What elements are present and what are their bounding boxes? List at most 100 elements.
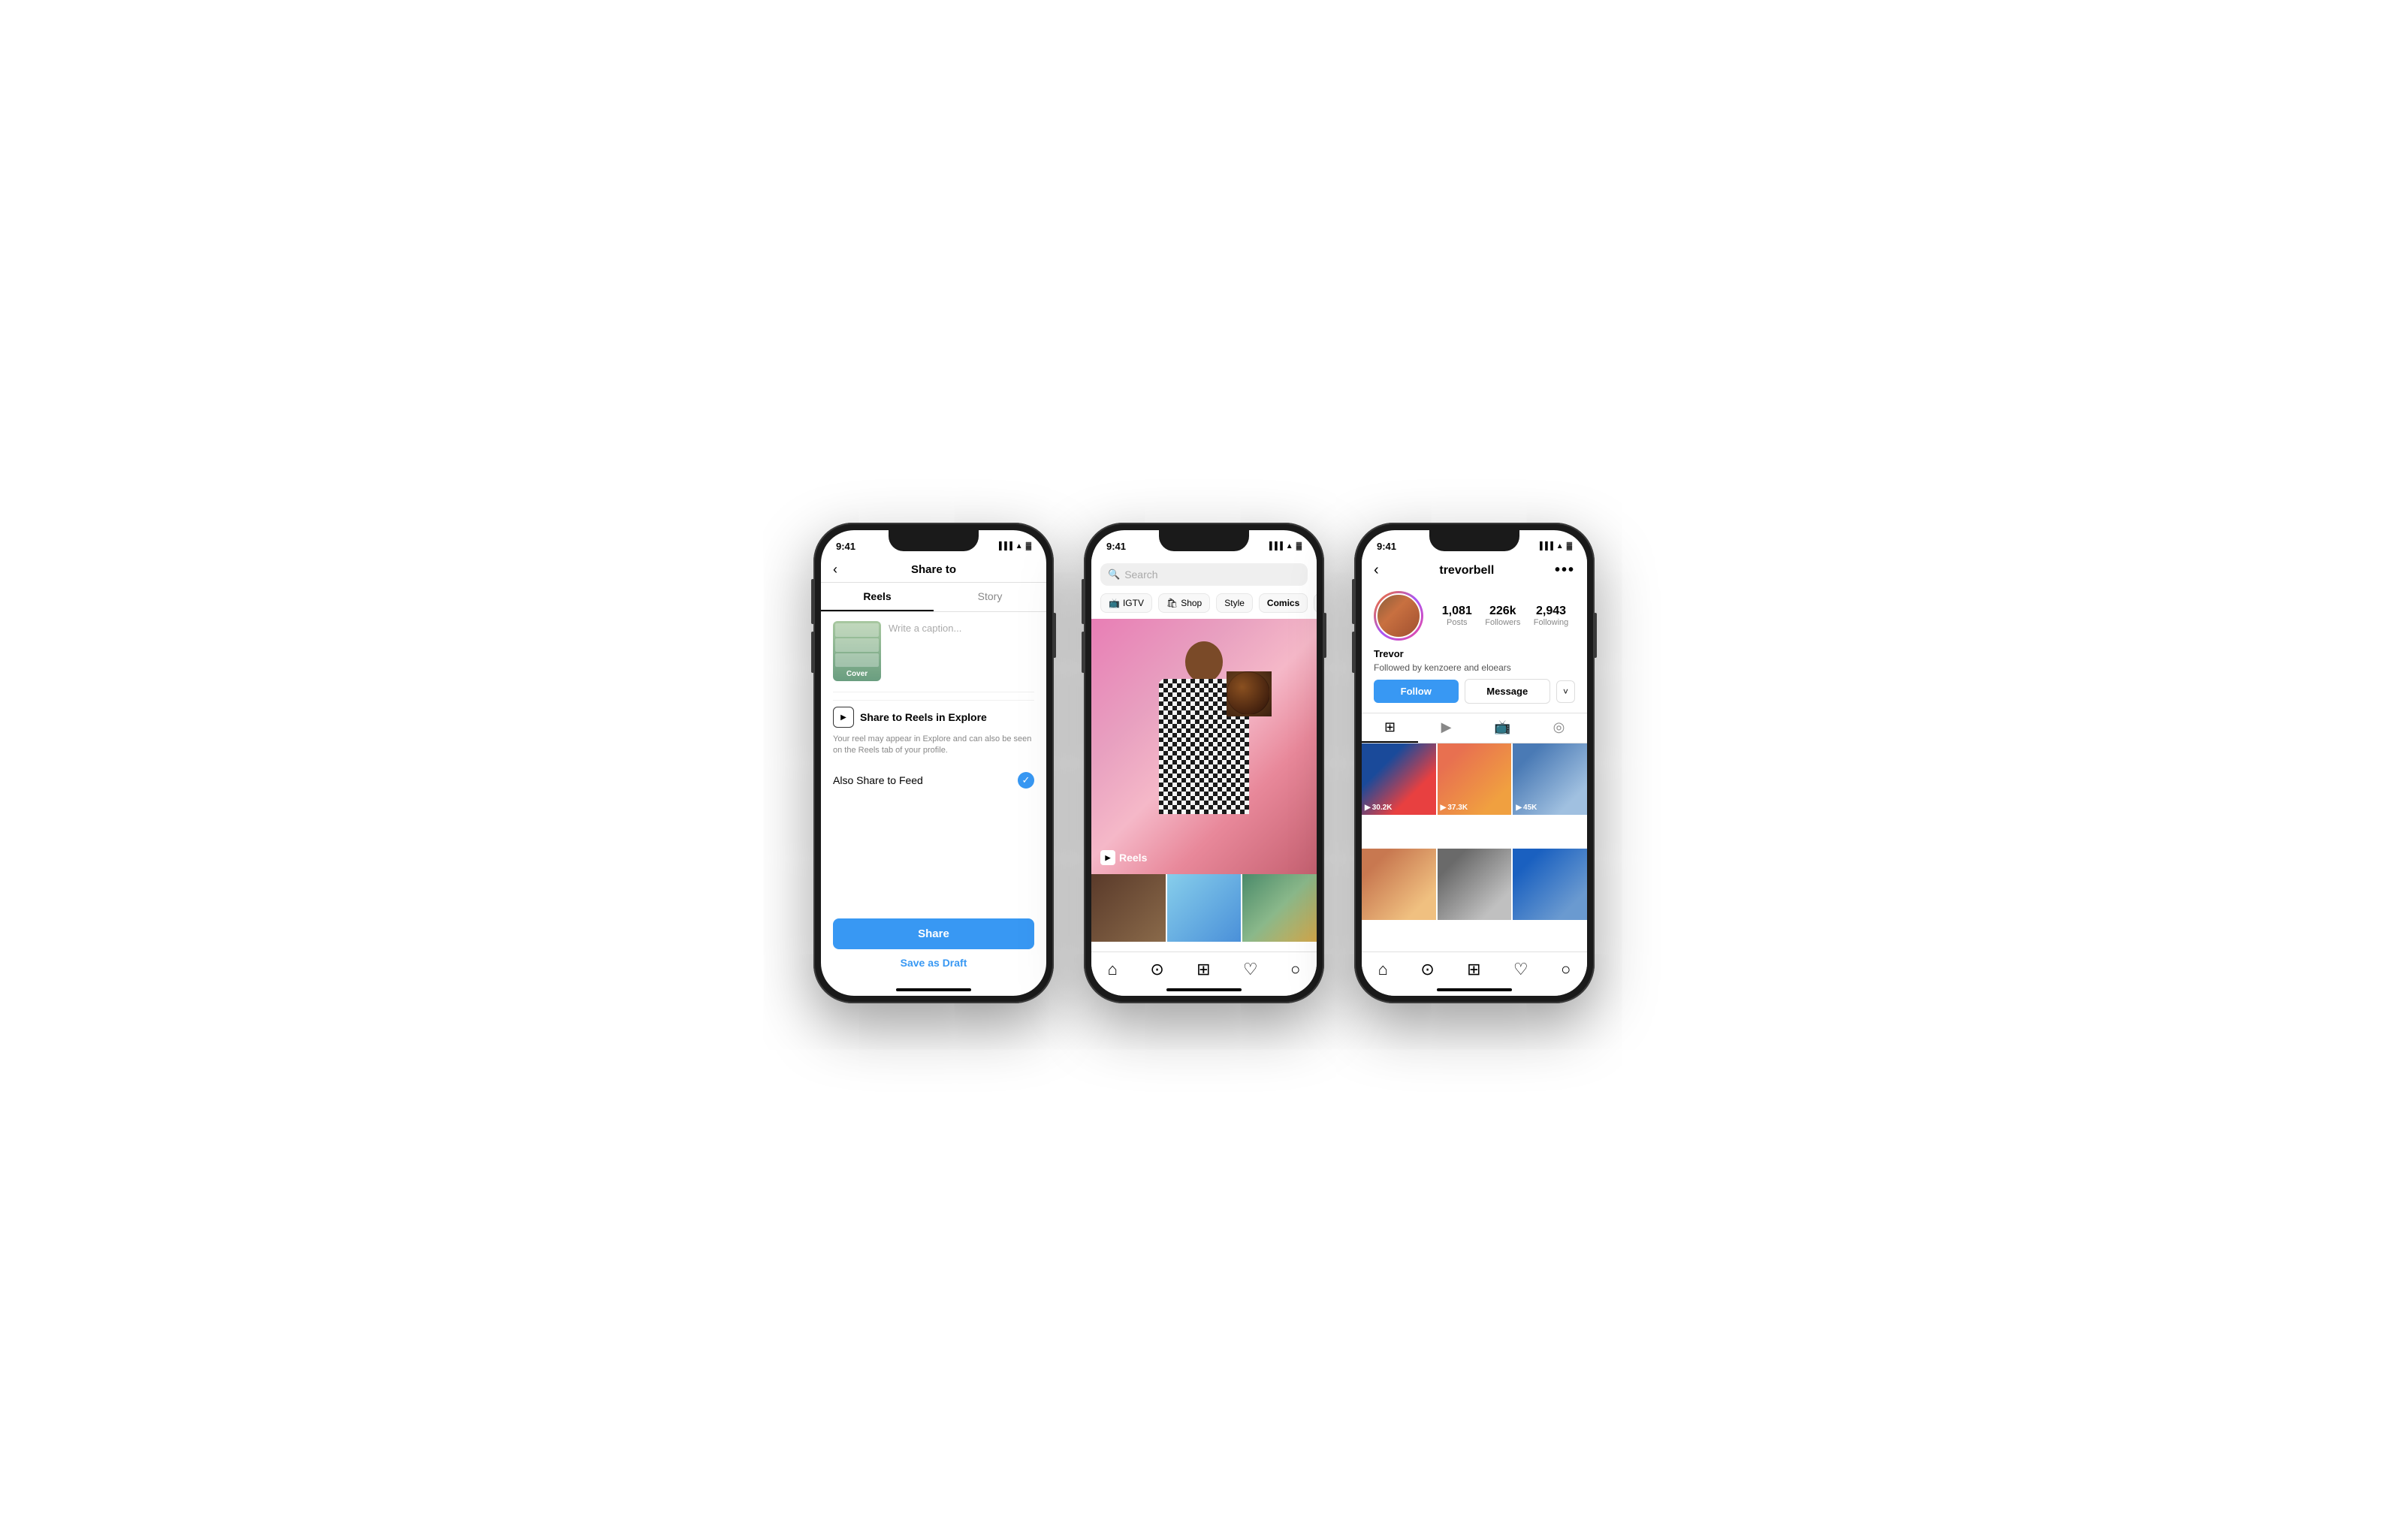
- nav-heart-3[interactable]: ♡: [1513, 960, 1528, 979]
- category-igtv[interactable]: 📺 IGTV: [1100, 593, 1152, 613]
- followers-count: 226k: [1485, 605, 1520, 618]
- tab-story[interactable]: Story: [934, 583, 1046, 611]
- side-button-2: [1323, 613, 1326, 658]
- nav-add-3[interactable]: ⊞: [1467, 960, 1480, 979]
- tab-reels-profile[interactable]: ▶: [1418, 713, 1474, 743]
- shop-icon: 🛍: [1166, 598, 1178, 608]
- grid-thumb-2[interactable]: [1167, 874, 1242, 942]
- stat-following: 2,943 Following: [1534, 605, 1568, 627]
- profile-actions: Follow Message ˅: [1362, 679, 1587, 713]
- save-draft-button[interactable]: Save as Draft: [833, 949, 1034, 976]
- follow-button[interactable]: Follow: [1374, 680, 1459, 703]
- tab-reels[interactable]: Reels: [821, 583, 934, 611]
- also-share-checkbox[interactable]: ✓: [1018, 772, 1034, 789]
- profile-more-button[interactable]: •••: [1555, 562, 1575, 579]
- grid-thumb-1[interactable]: [1091, 874, 1166, 942]
- share-reels-title: Share to Reels in Explore: [860, 711, 987, 723]
- reels-badge-icon: ▶: [1100, 850, 1115, 865]
- nav-home-2[interactable]: ⌂: [1108, 960, 1118, 979]
- notch-2: [1159, 530, 1249, 551]
- profile-info: 1,081 Posts 226k Followers 2,943 Followi…: [1362, 584, 1587, 648]
- notch-1: [889, 530, 979, 551]
- category-tv[interactable]: TV & Movie: [1314, 593, 1317, 613]
- grid-item-6[interactable]: [1513, 849, 1587, 920]
- signal-icon: ▐▐▐: [997, 542, 1012, 550]
- vol-down-button-3: [1352, 632, 1355, 673]
- share-button[interactable]: Share: [833, 918, 1034, 949]
- profile-display-name: Trevor: [1362, 648, 1587, 662]
- nav-profile-2[interactable]: ○: [1290, 960, 1300, 979]
- grid-item-4[interactable]: [1362, 849, 1436, 920]
- signal-icon-3: ▐▐▐: [1537, 542, 1553, 550]
- grid-item-3[interactable]: ▶ 45K: [1513, 743, 1587, 815]
- posts-label: Posts: [1442, 618, 1472, 627]
- message-button[interactable]: Message: [1465, 679, 1551, 704]
- following-count: 2,943: [1534, 605, 1568, 618]
- profile-grid: ▶ 30.2K ▶ 37.3K ▶ 45K: [1362, 743, 1587, 951]
- category-shop[interactable]: 🛍 Shop: [1158, 593, 1210, 613]
- tab-tagged[interactable]: ◎: [1531, 713, 1587, 743]
- share-screen: ‹ Share to Reels Story: [821, 557, 1046, 996]
- back-button[interactable]: ‹: [833, 562, 837, 578]
- nav-search-2[interactable]: ⊙: [1150, 960, 1163, 979]
- caption-input[interactable]: Write a caption...: [889, 621, 1034, 634]
- share-actions: Share Save as Draft: [821, 918, 1046, 985]
- nav-home-3[interactable]: ⌂: [1378, 960, 1388, 979]
- grid-thumb-3[interactable]: [1242, 874, 1317, 942]
- igtv-icon: 📺: [1109, 598, 1120, 608]
- home-indicator-2: [1166, 988, 1242, 991]
- phones-container: 9:41 ▐▐▐ ▲ ▓ ‹ Share to Reels Story: [813, 523, 1595, 1003]
- grid-item-1[interactable]: ▶ 30.2K: [1362, 743, 1436, 815]
- phone-3: 9:41 ▐▐▐ ▲ ▓ ‹ trevorbell •••: [1354, 523, 1595, 1003]
- search-input-wrap[interactable]: 🔍 Search: [1100, 563, 1308, 586]
- mute-button: [811, 579, 814, 600]
- tab-grid[interactable]: ⊞: [1362, 713, 1418, 743]
- nav-search-3[interactable]: ⊙: [1420, 960, 1434, 979]
- home-indicator-1: [896, 988, 971, 991]
- followers-label: Followers: [1485, 618, 1520, 627]
- share-title: Share to: [911, 563, 956, 576]
- share-reels-section: ▶ Share to Reels in Explore Your reel ma…: [833, 692, 1034, 757]
- count-2: 37.3K: [1447, 804, 1468, 812]
- profile-back-button[interactable]: ‹: [1374, 562, 1379, 579]
- hero-image: [1129, 626, 1279, 874]
- share-to-reels: ▶ Share to Reels in Explore: [833, 700, 1034, 734]
- phone-2: 9:41 ▐▐▐ ▲ ▓ 🔍 Search 📺 IG: [1084, 523, 1324, 1003]
- play-icon-3: ▶: [1516, 804, 1522, 812]
- wifi-icon-3: ▲: [1556, 542, 1564, 550]
- status-icons-3: ▐▐▐ ▲ ▓: [1537, 542, 1572, 550]
- tab-igtv-profile[interactable]: 📺: [1474, 713, 1531, 743]
- cover-thumbnail: Cover: [833, 621, 881, 681]
- head: [1185, 641, 1223, 683]
- nav-heart-2[interactable]: ♡: [1243, 960, 1258, 979]
- reels-badge-label: Reels: [1119, 852, 1147, 864]
- side-button: [1053, 613, 1056, 658]
- chevron-down-button[interactable]: ˅: [1556, 680, 1575, 703]
- mute-button-2: [1082, 579, 1085, 600]
- category-style[interactable]: Style: [1216, 593, 1253, 613]
- nav-add-2[interactable]: ⊞: [1196, 960, 1210, 979]
- play-icon-2: ▶: [1441, 804, 1447, 812]
- grid-item-5[interactable]: [1438, 849, 1512, 920]
- search-bar: 🔍 Search: [1091, 557, 1317, 590]
- status-icons-1: ▐▐▐ ▲ ▓: [997, 542, 1031, 550]
- time-1: 9:41: [836, 541, 855, 552]
- phone-3-screen: 9:41 ▐▐▐ ▲ ▓ ‹ trevorbell •••: [1362, 530, 1587, 996]
- profile-stats: 1,081 Posts 226k Followers 2,943 Followi…: [1435, 605, 1575, 627]
- side-button-3: [1594, 613, 1597, 658]
- ball-shape: [1227, 671, 1270, 715]
- count-3: 45K: [1523, 804, 1537, 812]
- nav-profile-3[interactable]: ○: [1561, 960, 1571, 979]
- basketball: [1227, 671, 1272, 716]
- reels-badge: ▶ Reels: [1100, 850, 1147, 865]
- grid-item-2[interactable]: ▶ 37.3K: [1438, 743, 1512, 815]
- category-comics[interactable]: Comics: [1259, 593, 1308, 613]
- notch-3: [1429, 530, 1519, 551]
- vol-up-button-2: [1082, 598, 1085, 624]
- share-reels-desc: Your reel may appear in Explore and can …: [833, 734, 1034, 757]
- profile-header: ‹ trevorbell •••: [1362, 557, 1587, 584]
- wifi-icon-2: ▲: [1286, 542, 1293, 550]
- hero-reel[interactable]: ▶ Reels: [1091, 619, 1317, 874]
- grid-stats-2: ▶ 37.3K: [1441, 804, 1468, 812]
- explore-screen: 🔍 Search 📺 IGTV 🛍 Shop Style: [1091, 557, 1317, 996]
